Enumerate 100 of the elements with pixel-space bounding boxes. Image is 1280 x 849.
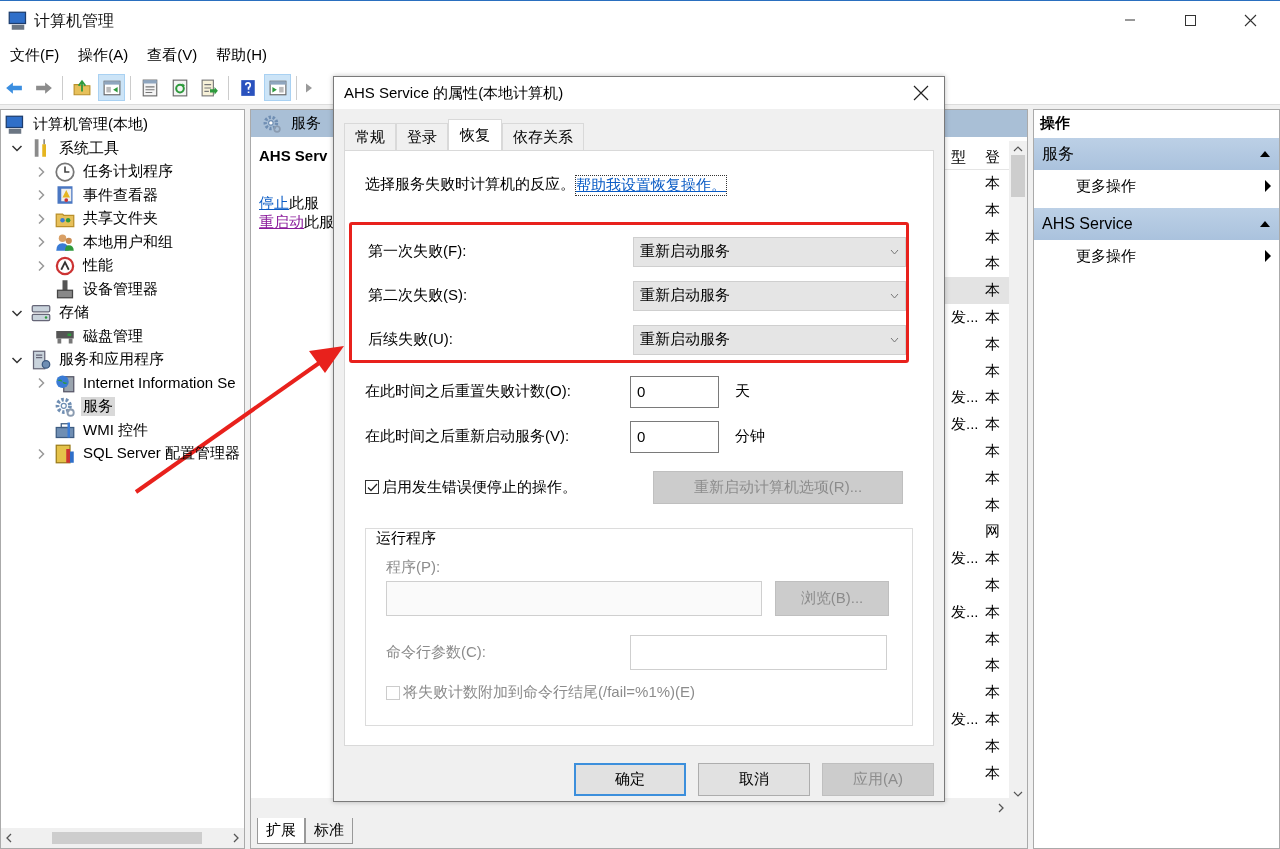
table-cell-text: 本 <box>985 495 1001 515</box>
action-item[interactable]: 更多操作 <box>1034 240 1279 272</box>
tree-item[interactable]: 共享文件夹 <box>81 209 160 229</box>
gauge-icon <box>55 255 75 276</box>
column-header[interactable]: 登 <box>985 147 1009 167</box>
checkbox-label[interactable]: 启用发生错误便停止的操作。 <box>382 477 577 497</box>
table-cell-text: 本 <box>985 361 1001 381</box>
collapse-arrow-icon[interactable] <box>1259 220 1271 228</box>
close-icon[interactable] <box>913 85 929 101</box>
table-cell-text: 发... <box>951 549 980 568</box>
number-field[interactable]: 0 <box>630 420 719 453</box>
globe-server-icon <box>55 373 75 394</box>
checkbox[interactable] <box>365 480 379 495</box>
dialog-button[interactable]: 取消 <box>698 763 810 796</box>
panel-icon[interactable] <box>98 74 125 101</box>
computer-icon <box>8 10 28 31</box>
table-cell-text: 本 <box>985 254 1001 274</box>
tree-item[interactable]: 计算机管理(本地) <box>31 115 150 135</box>
dialog-tab[interactable]: 常规 <box>344 123 396 150</box>
table-cell-text: 本 <box>985 200 1001 220</box>
action-item[interactable]: 更多操作 <box>1034 170 1279 202</box>
tree-item[interactable]: 服务 <box>81 397 115 417</box>
collapse-arrow-icon[interactable] <box>1259 150 1271 158</box>
tree-item[interactable]: 性能 <box>81 256 115 276</box>
scroll-down-icon[interactable] <box>1013 790 1023 798</box>
view-tab[interactable]: 扩展 <box>257 818 305 844</box>
menu-item[interactable]: 帮助(H) <box>216 44 267 67</box>
panel-icon[interactable] <box>264 74 291 101</box>
table-cell-text: 本 <box>985 174 1001 193</box>
tree-item[interactable]: 磁盘管理 <box>81 326 145 346</box>
close-icon[interactable] <box>1243 14 1257 27</box>
number-field[interactable]: 0 <box>630 375 719 408</box>
section-title: 服务 <box>1042 144 1074 164</box>
column-header[interactable]: 型 <box>951 147 985 167</box>
tree-item[interactable]: 本地用户和组 <box>81 232 175 252</box>
table-cell-text: 本 <box>985 281 1001 300</box>
tree-item[interactable]: Internet Information Se <box>81 373 238 393</box>
drive-icon <box>31 302 51 323</box>
table-cell-text: 本 <box>985 227 1001 247</box>
table-cell-text: 本 <box>985 763 1001 783</box>
scroll-right-icon[interactable] <box>997 803 1005 813</box>
unit-label: 天 <box>735 382 750 402</box>
section-header[interactable]: 服务 <box>1034 138 1279 170</box>
scrollbar-thumb[interactable] <box>51 832 202 844</box>
action-text: 此服 <box>304 212 334 230</box>
action-label: 更多操作 <box>1076 176 1136 196</box>
computer-icon <box>5 114 25 135</box>
scrollbar-thumb[interactable] <box>1011 155 1025 197</box>
section-header[interactable]: AHS Service <box>1034 208 1279 240</box>
help-link[interactable]: 帮助我设置恢复操作。 <box>575 175 727 196</box>
dropdown[interactable]: 重新启动服务 <box>633 324 906 355</box>
service-name: AHS Serv <box>259 147 329 166</box>
dropdown[interactable]: 重新启动服务 <box>633 236 906 267</box>
document-tool-icon <box>55 443 75 464</box>
action-link[interactable]: 停止 <box>259 193 289 211</box>
table-cell-text: 本 <box>985 602 1001 622</box>
table-cell-text: 网 <box>985 522 1001 542</box>
table-cell-text: 本 <box>985 334 1001 354</box>
view-tab[interactable]: 标准 <box>305 818 353 844</box>
table-cell-text: 本 <box>985 656 1001 676</box>
maximize-icon[interactable] <box>1183 14 1197 27</box>
tree-item[interactable]: 系统工具 <box>57 138 121 158</box>
table-cell-text: 本 <box>985 575 1001 595</box>
dialog-tab[interactable]: 登录 <box>396 123 448 150</box>
scroll-right-icon[interactable] <box>232 833 240 843</box>
unit-label: 分钟 <box>735 427 765 447</box>
table-cell-text: 本 <box>985 549 1001 568</box>
table-cell-text: 发... <box>951 602 980 622</box>
tree-item[interactable]: WMI 控件 <box>81 420 150 440</box>
field-label: 第二次失败(S): <box>368 286 469 306</box>
action-label: 更多操作 <box>1076 246 1136 266</box>
clock-icon <box>55 161 75 182</box>
dialog-tab[interactable]: 恢复 <box>448 119 502 150</box>
dropdown[interactable]: 重新启动服务 <box>633 280 906 311</box>
dialog-button[interactable]: 确定 <box>574 763 686 796</box>
table-cell-text: 本 <box>985 709 1001 729</box>
table-cell-text: 本 <box>985 468 1001 488</box>
tree-item[interactable]: 任务计划程序 <box>81 162 175 182</box>
menu-item[interactable]: 操作(A) <box>78 44 129 67</box>
dropdown-chevron-icon[interactable] <box>890 292 899 299</box>
table-cell-text: 发... <box>951 709 980 729</box>
scroll-left-icon[interactable] <box>5 833 13 843</box>
dialog-tab[interactable]: 依存关系 <box>502 123 584 150</box>
table-cell-text: 发... <box>951 388 980 408</box>
window-title: 计算机管理 <box>34 10 114 31</box>
tree-item[interactable]: 事件查看器 <box>81 185 160 205</box>
pane-title: 服务 <box>291 114 321 133</box>
menu-item[interactable]: 文件(F) <box>10 44 60 67</box>
action-link[interactable]: 重启动 <box>259 212 304 230</box>
table-cell-text: 本 <box>985 736 1001 756</box>
dropdown-chevron-icon[interactable] <box>890 336 899 343</box>
tree-item[interactable]: 设备管理器 <box>81 279 160 299</box>
scroll-up-icon[interactable] <box>1013 145 1023 153</box>
dialog-title: AHS Service 的属性(本地计算机) <box>344 83 564 103</box>
action-text: 此服 <box>289 193 319 211</box>
dropdown-chevron-icon[interactable] <box>890 248 899 255</box>
tree-item[interactable]: 存储 <box>57 303 91 323</box>
menu-item[interactable]: 查看(V) <box>147 44 198 67</box>
tree-item[interactable]: 服务和应用程序 <box>57 350 166 370</box>
server-icon <box>31 349 51 370</box>
